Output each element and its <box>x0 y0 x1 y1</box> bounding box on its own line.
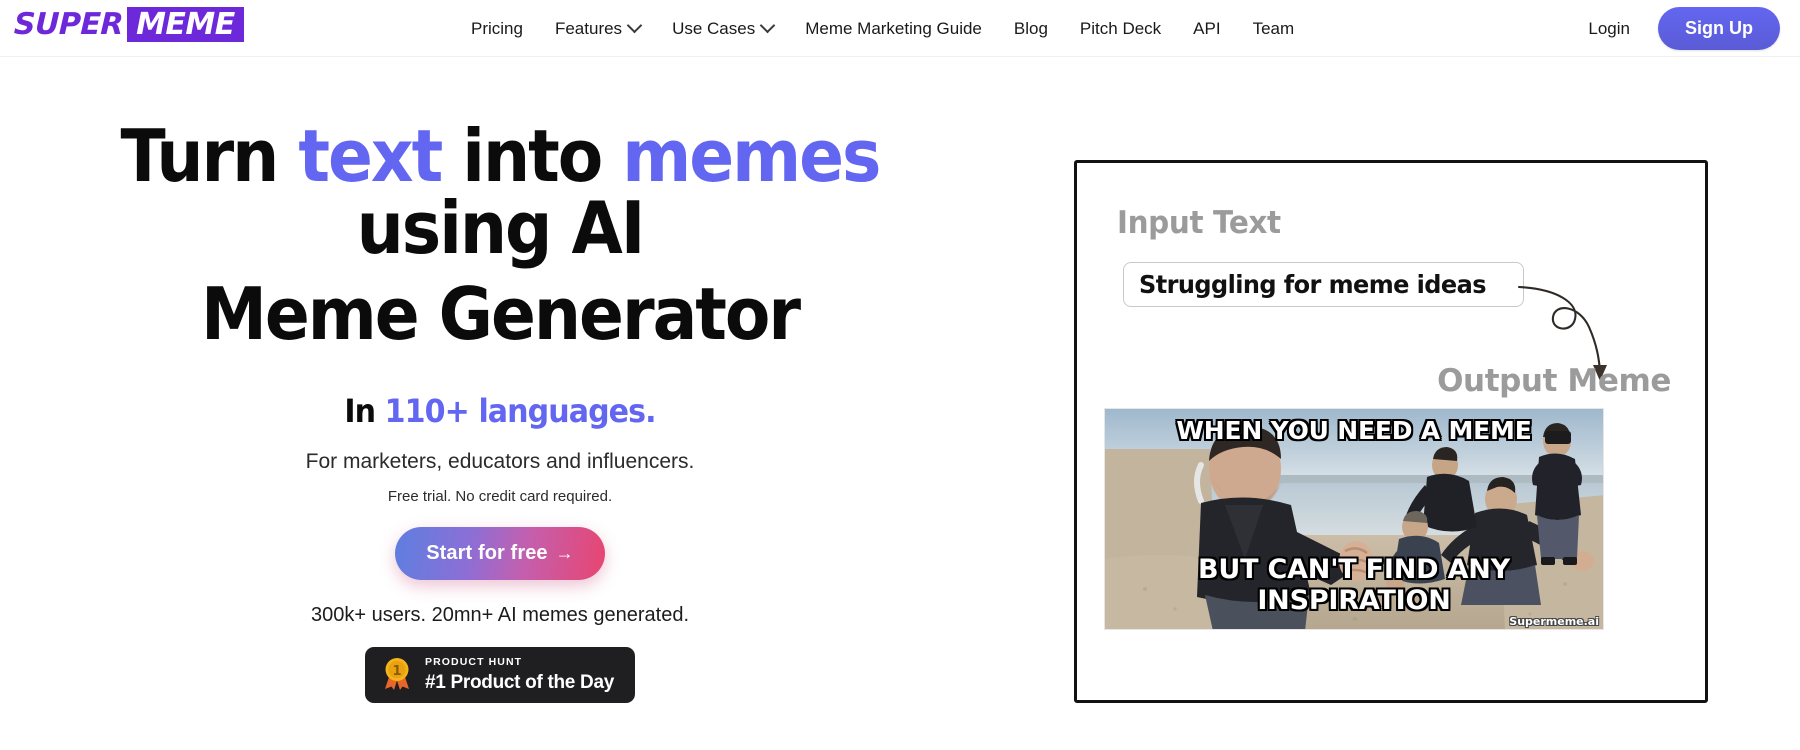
hero-section: Turn text into memes using AI Meme Gener… <box>0 57 1000 703</box>
headline-line-2: Meme Generator <box>200 272 801 356</box>
cta-label: Start for free <box>426 542 548 564</box>
trial-note: Free trial. No credit card required. <box>0 488 1000 505</box>
nav-item-team[interactable]: Team <box>1237 19 1311 39</box>
site-header: SUPER MEME Pricing Features Use Cases Me… <box>0 0 1800 57</box>
medal-icon: 1 <box>384 658 409 691</box>
nav-label: Meme Marketing Guide <box>805 18 982 38</box>
nav-label: Team <box>1252 18 1295 38</box>
headline-part-using-ai: using AI <box>356 186 646 270</box>
languages-subheading: In 110+ languages. <box>30 392 970 430</box>
nav-item-blog[interactable]: Blog <box>998 19 1064 39</box>
header-actions: Login Sign Up <box>1574 0 1780 57</box>
nav-label: Features <box>554 18 623 38</box>
nav-item-meme-marketing-guide[interactable]: Meme Marketing Guide <box>789 19 998 39</box>
headline-part-turn: Turn <box>120 114 299 198</box>
svg-text:1: 1 <box>392 664 401 679</box>
product-hunt-kicker: PRODUCT HUNT <box>424 656 523 668</box>
nav-item-features[interactable]: Features <box>539 17 656 39</box>
generated-meme-image[interactable]: WHEN YOU NEED A MEME BUT CAN'T FIND ANY … <box>1104 408 1604 630</box>
nav-label: API <box>1193 18 1221 38</box>
logo-badge-meme: MEME <box>127 7 244 42</box>
hero-stage: Turn text into memes using AI Meme Gener… <box>0 57 1800 750</box>
demo-panel-inner: Input Text Struggling for meme ideas Out… <box>1077 163 1705 700</box>
signup-button[interactable]: Sign Up <box>1658 7 1780 50</box>
logo[interactable]: SUPER MEME <box>13 7 244 42</box>
trial-note-label: Free trial. No credit card required. <box>387 488 613 505</box>
product-hunt-title: #1 Product of the Day <box>424 671 615 693</box>
page-title: Turn text into memes using AI Meme Gener… <box>40 120 960 350</box>
nav-item-use-cases[interactable]: Use Cases <box>656 17 789 39</box>
chevron-down-icon <box>759 17 776 34</box>
meme-idea-input[interactable]: Struggling for meme ideas <box>1123 262 1524 307</box>
nav-label: Blog <box>1013 18 1048 38</box>
product-hunt-text: PRODUCT HUNT #1 Product of the Day <box>425 657 614 692</box>
logo-text-meme: MEME <box>136 6 235 42</box>
demo-panel: Input Text Struggling for meme ideas Out… <box>1074 160 1708 703</box>
headline-part-memes: memes <box>622 114 881 198</box>
logo-text-super: SUPER <box>13 7 124 42</box>
start-for-free-button[interactable]: Start for free → <box>395 527 605 580</box>
chevron-down-icon <box>626 17 643 34</box>
arrow-right-icon: → <box>555 543 574 563</box>
nav-item-api[interactable]: API <box>1177 19 1236 39</box>
nav-label: Use Cases <box>672 18 756 38</box>
nav-label: Pricing <box>471 18 523 38</box>
usage-stats: 300k+ users. 20mn+ AI memes generated. <box>311 604 689 626</box>
nav-item-pricing[interactable]: Pricing <box>455 19 539 39</box>
meme-idea-input-value: Struggling for meme ideas <box>1139 270 1487 299</box>
main-nav: Pricing Features Use Cases Meme Marketin… <box>455 0 1310 57</box>
login-link[interactable]: Login <box>1574 13 1644 45</box>
audience-text: For marketers, educators and influencers… <box>305 450 695 473</box>
output-meme-label: Output Meme <box>1437 363 1671 399</box>
input-text-label: Input Text <box>1117 205 1281 241</box>
languages-count: 110+ languages. <box>384 392 657 430</box>
cta-container: Start for free → <box>0 527 1000 580</box>
product-hunt-badge[interactable]: 1 PRODUCT HUNT #1 Product of the Day <box>364 647 636 703</box>
nav-item-pitch-deck[interactable]: Pitch Deck <box>1064 19 1177 39</box>
languages-prefix: In <box>344 392 385 430</box>
meme-artwork <box>1105 409 1603 629</box>
nav-label: Pitch Deck <box>1079 18 1162 38</box>
